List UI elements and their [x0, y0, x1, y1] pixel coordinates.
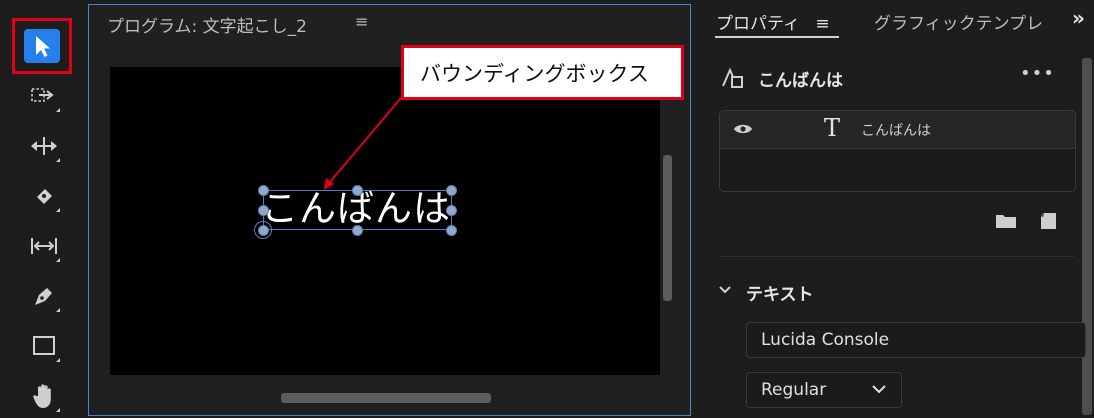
ripple-edit-tool[interactable]	[20, 124, 68, 168]
section-divider	[719, 256, 1074, 257]
rectangle-icon	[33, 336, 55, 355]
resize-handle-bottom[interactable]	[352, 225, 363, 236]
hand-tool[interactable]	[20, 374, 68, 418]
resize-handle-top[interactable]	[352, 185, 363, 196]
tab-overflow-icon[interactable]: »	[1072, 6, 1085, 30]
resize-handle-top-left[interactable]	[258, 185, 269, 196]
rectangle-tool[interactable]	[20, 324, 68, 368]
resize-handle-left[interactable]	[258, 205, 269, 216]
tab-menu-icon[interactable]: ≡	[815, 14, 829, 34]
properties-scrollbar[interactable]	[1082, 58, 1092, 415]
dropdown-chevron-icon	[872, 385, 886, 394]
active-tab-indicator	[715, 36, 839, 38]
properties-panel: プロパティ ≡ グラフィックテンプレ » こんばんは ••• T こんばんは テ…	[698, 0, 1094, 415]
razor-tool[interactable]	[20, 174, 68, 218]
font-family-field[interactable]: Lucida Console	[746, 322, 1086, 358]
visibility-eye-icon[interactable]	[733, 122, 753, 136]
font-style-value: Regular	[761, 380, 827, 400]
razor-icon	[37, 189, 52, 204]
tab-properties[interactable]: プロパティ ≡	[716, 9, 830, 34]
ripple-edit-icon	[31, 137, 57, 155]
layer-name: こんばんは	[861, 123, 931, 139]
font-style-dropdown[interactable]: Regular	[746, 372, 902, 408]
text-layer-icon: T	[824, 114, 841, 142]
graphic-clip-icon	[722, 67, 743, 88]
new-layer-icon[interactable]	[1039, 212, 1057, 230]
selection-tool-highlight	[12, 18, 72, 74]
track-select-forward-tool[interactable]	[20, 74, 68, 118]
resize-handle-right[interactable]	[446, 205, 457, 216]
resize-handle-bottom-left[interactable]	[258, 225, 269, 236]
clip-name: こんばんは	[758, 71, 843, 91]
slip-tool[interactable]	[20, 224, 68, 268]
annotation-callout: バウンディングボックス	[401, 45, 684, 100]
tools-panel	[0, 0, 88, 415]
track-select-forward-icon	[31, 88, 54, 102]
more-options-icon[interactable]: •••	[1020, 63, 1055, 84]
monitor-vertical-scrollbar[interactable]	[663, 155, 672, 301]
arrow-pointer-icon	[36, 36, 50, 57]
text-section-title[interactable]: テキスト	[746, 280, 814, 305]
pen-icon	[35, 288, 52, 305]
hand-icon	[33, 384, 51, 408]
resize-handle-bottom-right[interactable]	[446, 225, 457, 236]
tab-essential-graphics[interactable]: グラフィックテンプレ	[874, 9, 1043, 34]
monitor-horizontal-scrollbar[interactable]	[281, 393, 491, 403]
chevron-down-icon[interactable]	[718, 285, 732, 295]
selection-tool[interactable]	[24, 29, 60, 63]
tab-properties-label: プロパティ	[716, 14, 800, 34]
layers-list: T こんばんは	[719, 110, 1076, 192]
new-group-folder-icon[interactable]	[995, 212, 1017, 230]
program-monitor-title[interactable]: プログラム: 文字起こし_2	[107, 12, 307, 37]
program-panel-menu-icon[interactable]: ≡	[355, 12, 368, 31]
resize-handle-top-right[interactable]	[446, 185, 457, 196]
pen-tool[interactable]	[20, 274, 68, 318]
annotation-label: バウンディングボックス	[420, 61, 649, 86]
bounding-box[interactable]	[263, 190, 452, 230]
slip-icon	[31, 238, 57, 254]
layer-row[interactable]: T こんばんは	[720, 111, 1075, 149]
